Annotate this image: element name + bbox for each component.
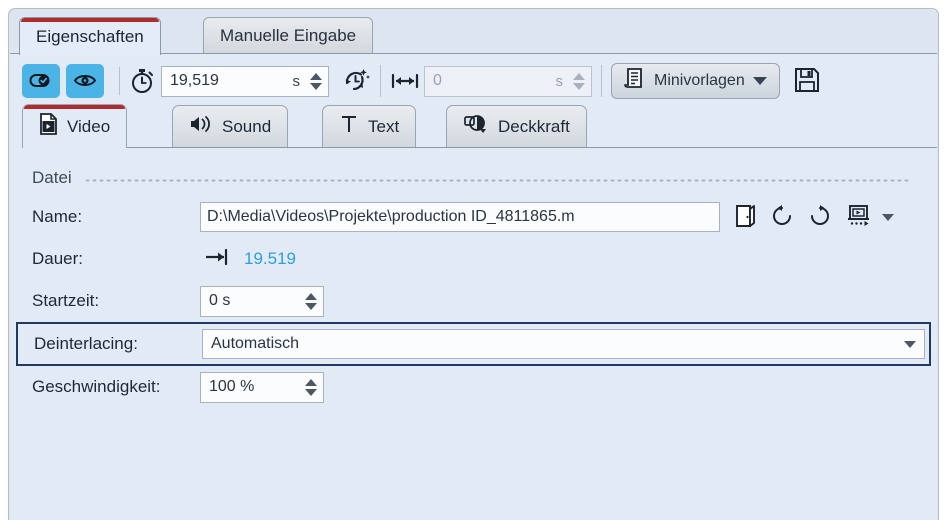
row-dauer: Dauer: 19.519	[10, 238, 937, 280]
deinterlacing-select[interactable]: Automatisch	[202, 329, 925, 359]
arrow-to-bar-icon	[200, 247, 234, 272]
chevron-down-icon	[882, 213, 894, 221]
link-toggle-button[interactable]	[22, 64, 60, 98]
tab-eigenschaften-label: Eigenschaften	[36, 26, 144, 46]
length-spinner[interactable]	[573, 72, 587, 90]
tab-sound-label: Sound	[222, 116, 272, 136]
tab-manuelle-eingabe-label: Manuelle Eingabe	[220, 25, 357, 45]
preview-monitor-icon	[846, 204, 872, 231]
section-title: Datei	[32, 168, 72, 187]
rotate-counterclockwise-icon	[770, 204, 794, 231]
tab-manuelle-eingabe[interactable]: Manuelle Eingabe	[203, 17, 374, 53]
startzeit-spinner-up[interactable]	[305, 292, 317, 300]
opacity-icon	[463, 113, 489, 140]
duration-spinner[interactable]	[310, 72, 324, 90]
name-row-actions	[734, 204, 894, 231]
document-list-icon	[624, 67, 646, 96]
tab-eigenschaften[interactable]: Eigenschaften	[19, 17, 161, 55]
geschwindigkeit-spinner-down[interactable]	[305, 388, 317, 396]
duration-value[interactable]: 19,519	[170, 72, 289, 90]
properties-content: 19,519 s 0 s Minivorlagen Video Sound Te…	[10, 53, 937, 520]
duration-unit: s	[292, 72, 301, 90]
geschwindigkeit-spinner-up[interactable]	[305, 378, 317, 386]
startzeit-label: Startzeit:	[32, 291, 100, 310]
chevron-down-icon	[752, 77, 767, 85]
minitemplates-label: Minivorlagen	[654, 72, 745, 89]
speaker-icon	[189, 113, 213, 140]
properties-window: Eigenschaften Manuelle Eingabe 19,519 s …	[8, 8, 939, 520]
tab-deckkraft[interactable]: Deckkraft	[446, 105, 587, 147]
startzeit-spinner-down[interactable]	[305, 302, 317, 310]
geschwindigkeit-spinner[interactable]	[305, 378, 319, 396]
name-value: D:\Media\Videos\Projekte\production ID_4…	[207, 208, 575, 225]
chevron-down-icon	[904, 340, 916, 348]
tab-video[interactable]: Video	[22, 104, 128, 148]
length-spinner-up[interactable]	[573, 72, 585, 80]
eye-icon	[73, 71, 97, 92]
toolbar-divider-2	[380, 65, 381, 97]
duration-spinner-up[interactable]	[310, 72, 322, 80]
row-name: Name: D:\Media\Videos\Projekte\productio…	[10, 196, 937, 238]
rotate-clockwise-icon	[808, 204, 832, 231]
length-unit: s	[555, 72, 564, 90]
startzeit-input[interactable]: 0 s	[200, 285, 324, 317]
preview-dropdown-button[interactable]	[882, 213, 894, 221]
row-geschwindigkeit: Geschwindigkeit: 100 %	[10, 366, 937, 408]
preview-button[interactable]	[846, 204, 872, 231]
section-header-datei: Datei	[32, 168, 937, 188]
rotate-right-button[interactable]	[808, 204, 832, 231]
name-input[interactable]: D:\Media\Videos\Projekte\production ID_4…	[200, 202, 720, 232]
length-value[interactable]: 0	[433, 72, 552, 90]
name-label: Name:	[32, 207, 83, 226]
geschwindigkeit-input[interactable]: 100 %	[200, 371, 324, 403]
length-spinner-down[interactable]	[573, 82, 585, 90]
dauer-value: 19.519	[244, 249, 296, 268]
duration-spin-field[interactable]: 19,519 s	[161, 65, 329, 97]
duration-spinner-down[interactable]	[310, 82, 322, 90]
toolbar-divider-3	[601, 65, 602, 97]
auto-timing-button[interactable]	[341, 65, 371, 98]
outer-tab-strip: Eigenschaften Manuelle Eingabe	[9, 9, 938, 55]
startzeit-value[interactable]: 0 s	[209, 292, 305, 310]
startzeit-spinner[interactable]	[305, 292, 319, 310]
row-startzeit: Startzeit: 0 s	[10, 280, 937, 322]
tab-sound[interactable]: Sound	[172, 105, 289, 147]
tab-text-label: Text	[368, 116, 400, 136]
geschwindigkeit-value[interactable]: 100 %	[209, 378, 305, 396]
toolbar: 19,519 s 0 s Minivorlagen	[10, 54, 937, 102]
film-file-icon	[39, 113, 58, 140]
text-t-icon	[339, 113, 359, 140]
tab-text[interactable]: Text	[322, 105, 417, 147]
dauer-label: Dauer:	[32, 249, 84, 268]
deinterlacing-value: Automatisch	[211, 335, 300, 352]
clock-sparkle-icon	[341, 65, 371, 98]
save-button[interactable]	[794, 67, 820, 96]
deinterlacing-label: Deinterlacing:	[34, 334, 138, 353]
rotate-left-button[interactable]	[770, 204, 794, 231]
browse-button[interactable]	[734, 204, 756, 231]
open-folder-icon	[734, 204, 756, 231]
floppy-disk-icon	[794, 67, 820, 96]
section-dotted-rule	[83, 178, 909, 182]
minitemplates-button[interactable]: Minivorlagen	[611, 63, 780, 99]
row-deinterlacing: Deinterlacing: Automatisch	[16, 322, 931, 366]
horizontal-arrows-icon	[390, 71, 420, 91]
toolbar-divider-1	[119, 67, 120, 95]
pill-check-icon	[29, 71, 53, 92]
file-properties-form: Name: D:\Media\Videos\Projekte\productio…	[10, 196, 937, 408]
tab-video-label: Video	[67, 116, 111, 136]
tab-deckkraft-label: Deckkraft	[498, 116, 570, 136]
geschwindigkeit-label: Geschwindigkeit:	[32, 377, 161, 396]
inner-tab-strip: Video Sound Text Deckkraft	[22, 102, 937, 148]
visibility-toggle-button[interactable]	[66, 64, 104, 98]
stopwatch-icon	[129, 67, 155, 95]
length-spin-field[interactable]: 0 s	[424, 65, 592, 97]
